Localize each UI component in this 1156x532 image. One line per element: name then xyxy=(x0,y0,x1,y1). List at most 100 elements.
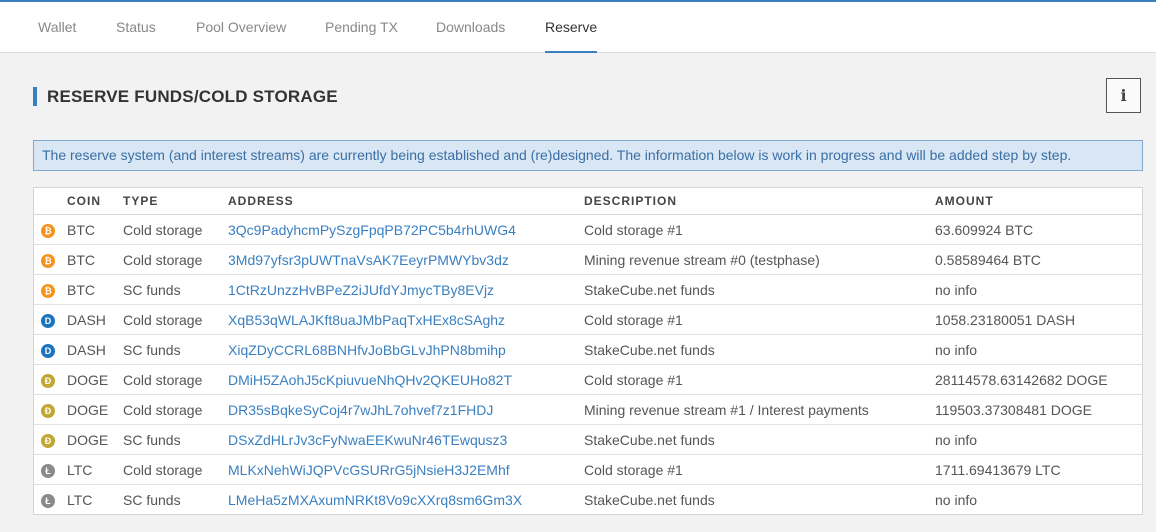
amount-cell: no info xyxy=(935,424,1142,455)
coin-icon-cell: ₿ xyxy=(34,214,67,245)
description-cell: Cold storage #1 xyxy=(584,454,935,485)
coin-icon-cell: ₿ xyxy=(34,274,67,305)
table-row: ₿ BTC Cold storage 3Qc9PadyhcmPySzgFpqPB72P… xyxy=(34,214,1142,245)
table-header-row: COIN TYPE ADDRESS DESCRIPTION AMOUNT xyxy=(34,188,1142,215)
address-cell: 3Qc9PadyhcmPySzgFpqPB72PC5b4rhUWG4 xyxy=(228,214,584,245)
address-cell: DMiH5ZAohJ5cKpiuvueNhQHv2QKEUHo82T xyxy=(228,364,584,395)
table-row: Ł LTC Cold storage MLKxNehWiJQPVcGSURrG5jNs… xyxy=(34,454,1142,485)
type-cell: SC funds xyxy=(123,491,181,508)
table-row: D DASH SC funds XiqZDyCCRL68BNHfvJoBbGLvJhP… xyxy=(34,334,1142,365)
litecoin-icon: Ł xyxy=(41,493,55,508)
address-cell: MLKxNehWiJQPVcGSURrG5jNsieH3J2EMhf xyxy=(228,454,584,485)
type-cell: Cold storage xyxy=(123,304,228,335)
address-link[interactable]: XqB53qWLAJKft8uaJMbPaqTxHEx8cSAghz xyxy=(228,312,505,328)
amount-cell: no info xyxy=(935,491,978,508)
description-cell: StakeCube.net funds xyxy=(584,491,715,508)
tab-pending-tx[interactable]: Pending TX xyxy=(325,2,398,52)
column-header-description: DESCRIPTION xyxy=(584,188,935,215)
description-cell: Cold storage #1 xyxy=(584,214,935,245)
table-row: ₿ BTC Cold storage 3Md97yfsr3pUWTnaVsAK7Eey… xyxy=(34,244,1142,275)
address-cell: LMeHa5zMXAxumNRKt8Vo9cXXrq8sm6Gm3X xyxy=(228,485,584,515)
coin-icon-cell: Ð xyxy=(34,424,67,455)
type-cell: Cold storage xyxy=(123,394,228,425)
coin-cell: BTC xyxy=(67,214,123,245)
address-link[interactable]: 3Qc9PadyhcmPySzgFpqPB72PC5b4rhUWG4 xyxy=(228,222,516,238)
tab-reserve[interactable]: Reserve xyxy=(545,2,598,53)
address-link[interactable]: 3Md97yfsr3pUWTnaVsAK7EeyrPMWYbv3dz xyxy=(228,252,509,268)
coin-cell: BTC xyxy=(67,274,123,305)
type-cell: Cold storage xyxy=(123,214,228,245)
bitcoin-icon: ₿ xyxy=(41,283,55,298)
page-title: RESERVE FUNDS/COLD STORAGE xyxy=(33,87,338,106)
type-cell: Cold storage xyxy=(123,454,228,485)
description-cell: Mining revenue stream #1 / Interest paym… xyxy=(584,394,935,425)
description-cell: Cold storage #1 xyxy=(584,304,935,335)
dogecoin-icon: Ð xyxy=(41,433,55,448)
address-cell: 1CtRzUnzzHvBPeZ2iJUfdYJmycTBy8EVjz xyxy=(228,274,584,305)
tab-wallet[interactable]: Wallet xyxy=(38,2,76,52)
address-link[interactable]: DSxZdHLrJv3cFyNwaEEKwuNr46TEwqusz3 xyxy=(228,432,507,448)
address-cell: XqB53qWLAJKft8uaJMbPaqTxHEx8cSAghz xyxy=(228,304,584,335)
tab-downloads[interactable]: Downloads xyxy=(436,2,505,52)
description-cell: StakeCube.net funds xyxy=(584,424,935,455)
icon-column-header xyxy=(34,188,67,215)
column-header-amount: AMOUNT xyxy=(935,188,1142,215)
address-link[interactable]: DR35sBqkeSyCoj4r7wJhL7ohvef7z1FHDJ xyxy=(228,402,493,418)
table-row: Ð DOGE Cold storage DR35sBqkeSyCoj4r7wJhL7o… xyxy=(34,394,1142,425)
address-cell: XiqZDyCCRL68BNHfvJoBbGLvJhPN8bmihp xyxy=(228,334,584,365)
description-cell: Mining revenue stream #0 (testphase) xyxy=(584,244,935,275)
notice-banner: The reserve system (and interest streams… xyxy=(33,140,1143,171)
amount-cell: 1711.69413679 LTC xyxy=(935,454,1142,485)
address-link[interactable]: DMiH5ZAohJ5cKpiuvueNhQHv2QKEUHo82T xyxy=(228,372,512,388)
coin-icon-cell: D xyxy=(34,334,67,365)
info-icon: i xyxy=(1120,86,1127,105)
table-row: Ð DOGE SC funds DSxZdHLrJv3cFyNwaEEKwuNr46T… xyxy=(34,424,1142,455)
coin-cell: DOGE xyxy=(67,364,123,395)
column-header-coin: COIN xyxy=(67,188,123,215)
tab-pool-overview[interactable]: Pool Overview xyxy=(196,2,286,52)
amount-cell: 63.609924 BTC xyxy=(935,214,1142,245)
type-cell: SC funds xyxy=(123,424,228,455)
description-cell: Cold storage #1 xyxy=(584,364,935,395)
dogecoin-icon: Ð xyxy=(41,373,55,388)
column-header-address: ADDRESS xyxy=(228,188,584,215)
coin-cell: LTC xyxy=(67,454,123,485)
description-cell: StakeCube.net funds xyxy=(584,274,935,305)
coin-cell: DASH xyxy=(67,334,123,365)
address-link[interactable]: XiqZDyCCRL68BNHfvJoBbGLvJhPN8bmihp xyxy=(228,342,506,358)
reserve-table: COIN TYPE ADDRESS DESCRIPTION AMOUNT ₿ BT… xyxy=(33,187,1143,515)
amount-cell: no info xyxy=(935,334,1142,365)
type-cell: Cold storage xyxy=(123,364,228,395)
address-cell: DSxZdHLrJv3cFyNwaEEKwuNr46TEwqusz3 xyxy=(228,424,584,455)
type-cell: SC funds xyxy=(123,274,228,305)
litecoin-icon: Ł xyxy=(41,463,55,478)
coin-icon-cell: Ð xyxy=(34,364,67,395)
coin-icon-cell: Ð xyxy=(34,394,67,425)
address-link[interactable]: LMeHa5zMXAxumNRKt8Vo9cXXrq8sm6Gm3X xyxy=(228,492,522,508)
coin-cell: DOGE xyxy=(67,424,123,455)
coin-icon-cell: ₿ xyxy=(34,244,67,275)
top-navigation: Wallet Status Pool Overview Pending TX D… xyxy=(0,2,1156,53)
coin-cell: LTC xyxy=(67,491,93,508)
amount-cell: 28114578.63142682 DOGE xyxy=(935,364,1142,395)
coin-icon-cell: Ł xyxy=(34,485,67,515)
type-cell: Cold storage xyxy=(123,244,228,275)
table-row: Ł LTC SC funds LMeHa5zMXAxumNRKt8Vo9cXXrq8s… xyxy=(34,485,1142,515)
address-link[interactable]: 1CtRzUnzzHvBPeZ2iJUfdYJmycTBy8EVjz xyxy=(228,282,494,298)
table-row: ₿ BTC SC funds 1CtRzUnzzHvBPeZ2iJUfdYJmycTB… xyxy=(34,274,1142,305)
bitcoin-icon: ₿ xyxy=(41,223,55,238)
bitcoin-icon: ₿ xyxy=(41,253,55,268)
coin-icon-cell: D xyxy=(34,304,67,335)
column-header-type: TYPE xyxy=(123,188,228,215)
dash-icon: D xyxy=(41,343,55,358)
address-link[interactable]: MLKxNehWiJQPVcGSURrG5jNsieH3J2EMhf xyxy=(228,462,510,478)
address-cell: DR35sBqkeSyCoj4r7wJhL7ohvef7z1FHDJ xyxy=(228,394,584,425)
table-row: D DASH Cold storage XqB53qWLAJKft8uaJMbPaqT… xyxy=(34,304,1142,335)
tab-status[interactable]: Status xyxy=(116,2,156,52)
description-cell: StakeCube.net funds xyxy=(584,334,935,365)
amount-cell: 1058.23180051 DASH xyxy=(935,304,1142,335)
coin-cell: DOGE xyxy=(67,394,123,425)
dash-icon: D xyxy=(41,313,55,328)
address-cell: 3Md97yfsr3pUWTnaVsAK7EeyrPMWYbv3dz xyxy=(228,244,584,275)
info-button[interactable]: i xyxy=(1106,78,1141,113)
